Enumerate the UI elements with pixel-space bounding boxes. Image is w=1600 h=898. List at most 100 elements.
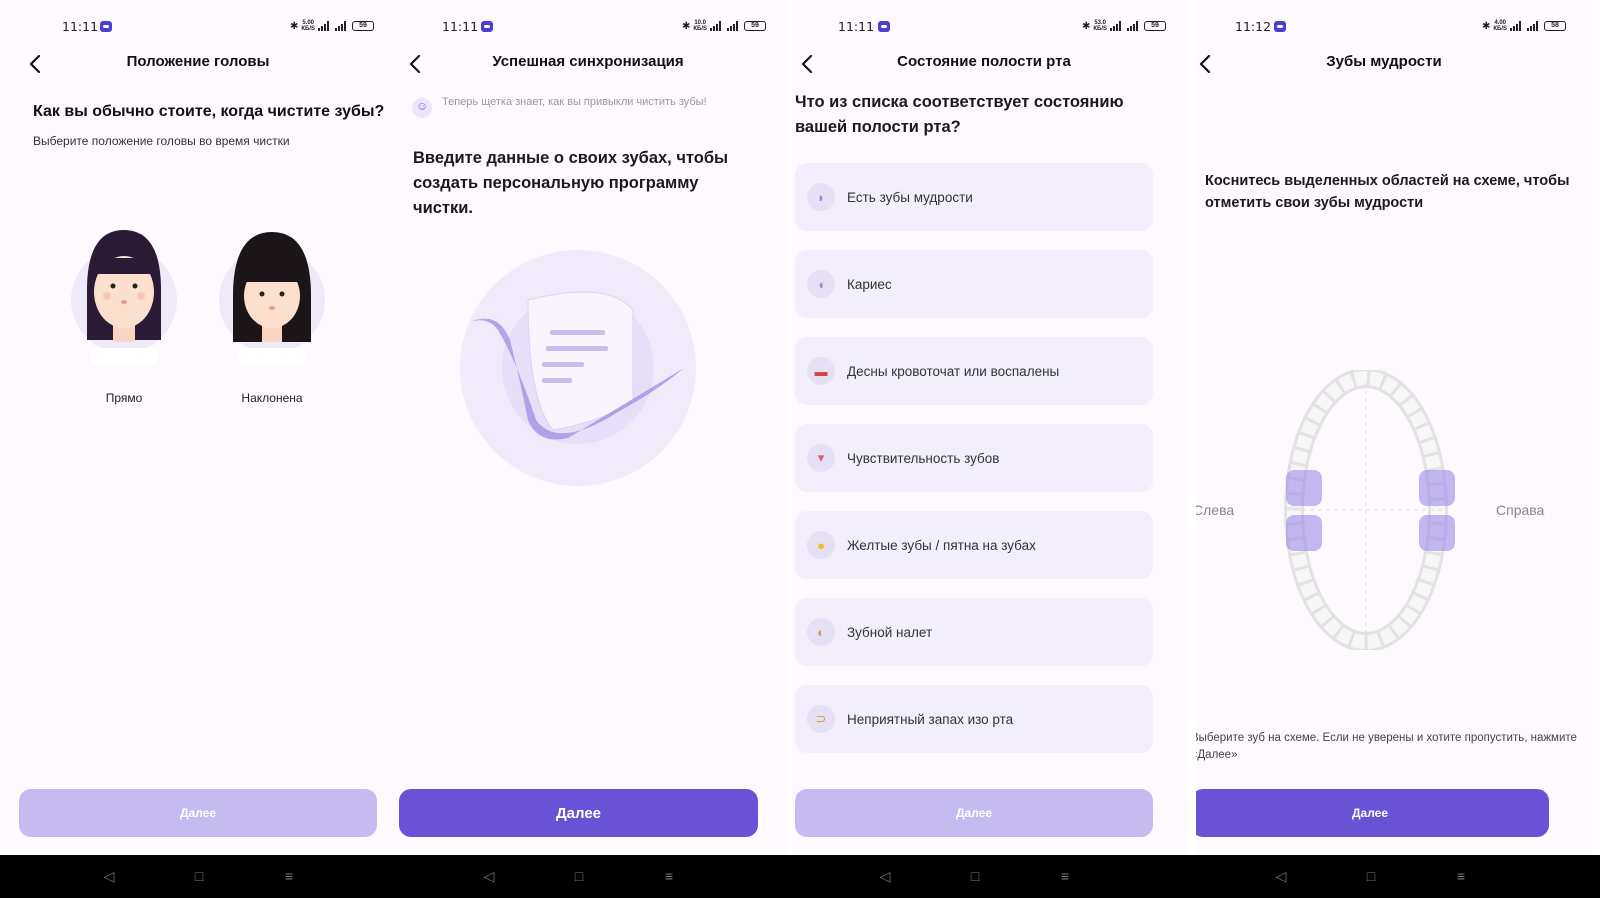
app-notification-icon [100,21,112,32]
option-sensitivity[interactable]: ▾ Чувствительность зубов [795,424,1153,492]
option-gums[interactable]: ▬ Десны кровоточат или воспалены [795,337,1153,405]
network-speed: 10.0 КБ/S [693,20,707,32]
sync-hint: Теперь щетка знает, как вы привыкли чист… [412,94,764,118]
question: Как вы обычно стоите, когда чистите зубы… [33,103,385,120]
nav-home-icon[interactable]: □ [190,867,208,885]
nav-home-icon[interactable]: □ [1362,867,1380,885]
option-label: Неприятный запах изо рта [847,711,1014,727]
document-illustration [460,250,696,486]
nav-menu-icon[interactable]: ≡ [660,867,678,885]
signal-icon-2 [1527,21,1541,31]
screen-head-position: 11:11 ✱ 5.00 КБ/S 59 Положение головы Ка… [0,0,396,855]
option-label-straight: Прямо [105,391,143,405]
status-time: 11:11 [442,19,479,34]
plaque-icon: ◐ [807,618,835,646]
left-label: Слева [1196,502,1235,518]
page-title: Успешная синхронизация [492,53,684,70]
option-label: Желтые зубы / пятна на зубах [847,537,1036,553]
signal-icon [318,21,332,31]
option-caries[interactable]: ◖ Кариес [795,250,1153,318]
wisdom-tooth-icon: ◗ [807,183,835,211]
footnote: Выберите зуб на схеме. Если не уверены и… [1196,732,1577,761]
option-label: Десны кровоточат или воспалены [847,363,1060,379]
stain-icon: ● [807,531,835,559]
signal-icon [710,21,724,31]
wisdom-tooth-lower-left[interactable] [1286,515,1322,551]
nav-back-icon[interactable]: ◁ [876,867,894,885]
next-button[interactable]: Далее [795,789,1153,837]
right-label: Справа [1496,502,1545,518]
nav-back-icon[interactable]: ◁ [1272,867,1290,885]
signal-icon-2 [335,21,349,31]
option-plaque[interactable]: ◐ Зубной налет [795,598,1153,666]
option-label: Кариес [847,276,892,292]
battery-indicator: 59 [352,21,374,31]
wisdom-tooth-lower-right[interactable] [1419,515,1455,551]
status-time: 11:12 [1235,19,1272,34]
avatar-tilted[interactable] [217,230,327,370]
option-label: Есть зубы мудрости [847,189,973,205]
bluetooth-icon: ✱ [681,20,691,32]
sensitivity-icon: ▾ [807,444,835,472]
network-speed: 53.0 КБ/S [1093,20,1107,32]
screen-wisdom-teeth: 11:12 ✱ 4.00 КБ/S 58 Зубы мудрости Косни… [1196,0,1592,855]
header: Зубы мудрости [1196,44,1592,84]
battery-indicator: 58 [1544,21,1566,31]
page-title: Состояние полости рта [897,53,1071,70]
option-label: Чувствительность зубов [847,450,1000,466]
signal-icon [1510,21,1524,31]
signal-icon-2 [727,21,741,31]
bluetooth-icon: ✱ [1481,20,1491,32]
signal-icon [1110,21,1124,31]
app-notification-icon [481,21,493,32]
network-speed: 5.00 КБ/S [301,20,315,32]
subtitle: Выберите положение головы во время чистк… [33,134,290,148]
wisdom-tooth-upper-left[interactable] [1286,470,1322,506]
option-yellow-teeth[interactable]: ● Желтые зубы / пятна на зубах [795,511,1153,579]
option-wisdom-teeth[interactable]: ◗ Есть зубы мудрости [795,163,1153,231]
hint-text: Теперь щетка знает, как вы привыкли чист… [442,96,707,108]
page-title: Зубы мудрости [1326,53,1442,70]
question: Что из списка соответствует состоянию ва… [795,93,1124,136]
header: Успешная синхронизация [388,44,788,84]
caries-icon: ◖ [807,270,835,298]
status-icons: ✱ 5.00 КБ/S 59 [290,20,374,32]
instruction: Коснитесь выделенных областей на схеме, … [1205,173,1570,211]
dental-arch-diagram [1284,370,1448,650]
nav-back-icon[interactable]: ◁ [480,867,498,885]
app-notification-icon [878,21,890,32]
avatar-straight[interactable] [69,230,179,370]
status-time: 11:11 [62,19,99,34]
app-notification-icon [1274,21,1286,32]
heading: Введите данные о своих зубах, чтобы созд… [413,149,729,217]
system-nav-bar: ◁ □ ≡ ◁ □ ≡ ◁ □ ≡ ◁ □ ≡ [0,855,1600,898]
next-button[interactable]: Далее [399,789,758,837]
nav-back-icon[interactable]: ◁ [100,867,118,885]
status-time: 11:11 [838,19,875,34]
gum-icon: ▬ [807,357,835,385]
network-speed: 4.00 КБ/S [1493,20,1507,32]
nav-menu-icon[interactable]: ≡ [280,867,298,885]
option-bad-breath[interactable]: ⊃ Неприятный запах изо рта [795,685,1153,753]
page-title: Положение головы [126,53,270,70]
bluetooth-icon: ✱ [289,20,299,32]
option-label-tilted: Наклонена [241,391,303,405]
next-button[interactable]: Далее [19,789,377,837]
breath-icon: ⊃ [807,705,835,733]
nav-home-icon[interactable]: □ [966,867,984,885]
nav-home-icon[interactable]: □ [570,867,588,885]
screen-oral-condition: 11:11 ✱ 53.0 КБ/S 59 Состояние полости р… [792,0,1188,855]
header: Положение головы [0,44,396,84]
screen-sync-success: 11:11 ✱ 10.0 КБ/S 59 Успешная синхрониза… [388,0,788,855]
battery-indicator: 59 [1144,21,1166,31]
battery-indicator: 59 [744,21,766,31]
status-icons: ✱ 53.0 КБ/S 59 [1082,20,1166,32]
header: Состояние полости рта [792,44,1188,84]
signal-icon-2 [1127,21,1141,31]
option-label: Зубной налет [847,624,933,640]
wisdom-tooth-upper-right[interactable] [1419,470,1455,506]
bluetooth-icon: ✱ [1081,20,1091,32]
next-button[interactable]: Далее [1196,789,1549,837]
nav-menu-icon[interactable]: ≡ [1452,867,1470,885]
nav-menu-icon[interactable]: ≡ [1056,867,1074,885]
